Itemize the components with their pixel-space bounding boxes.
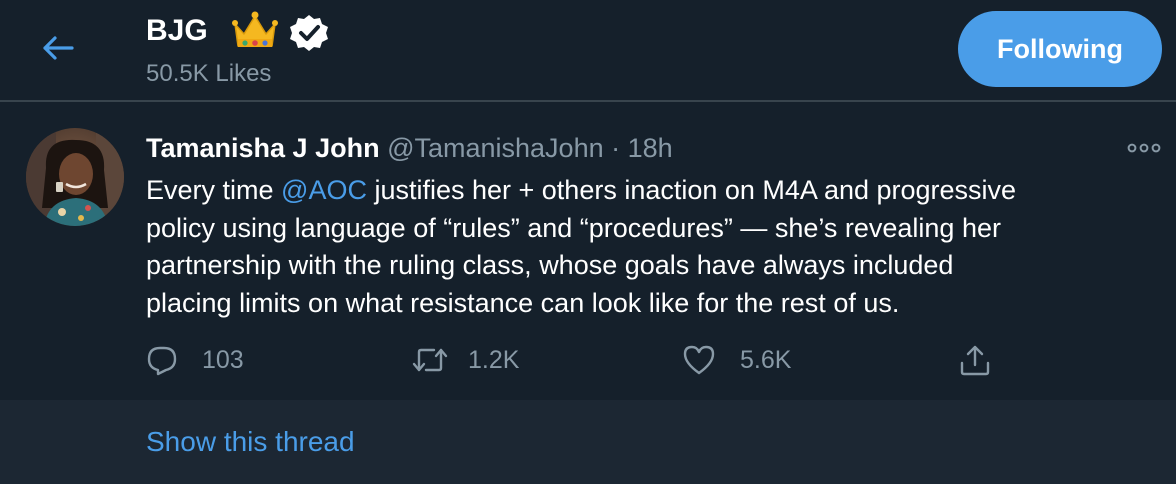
tweet-text-line: placing limits on what resistance can lo… xyxy=(146,287,900,318)
following-button[interactable]: Following xyxy=(958,11,1162,87)
tweet-text-line: partnership with the ruling class, whose… xyxy=(146,250,954,280)
profile-header: BJG 50.5K Likes Following xyxy=(0,0,1176,102)
avatar[interactable] xyxy=(26,128,124,226)
reply-button[interactable]: 103 xyxy=(146,342,244,378)
tweet-text-segment: justifies her + others inaction on M4A a… xyxy=(366,175,1017,205)
avatar-image xyxy=(26,128,124,226)
tweet-text-segment: Every time xyxy=(146,175,282,205)
show-thread-link[interactable]: Show this thread xyxy=(146,424,355,460)
mention-link[interactable]: @AOC xyxy=(281,175,367,205)
author-name[interactable]: Tamanisha J John xyxy=(146,133,380,163)
more-options-icon[interactable] xyxy=(1124,138,1164,158)
share-icon xyxy=(960,345,990,376)
like-count: 5.6K xyxy=(740,345,792,374)
tweet-text-line: policy using language of “rules” and “pr… xyxy=(146,212,1001,243)
thread-footer: Show this thread xyxy=(0,400,1176,484)
crown-icon xyxy=(232,11,278,47)
back-arrow-icon xyxy=(43,36,74,60)
reply-count: 103 xyxy=(202,345,244,374)
back-button[interactable] xyxy=(34,28,82,68)
reply-icon xyxy=(147,346,177,376)
tweet-header: Tamanisha J John @TamanishaJohn · 18h xyxy=(146,130,673,166)
tweet-text-line: Every time @AOC justifies her + others i… xyxy=(146,172,1156,210)
profile-name: BJG xyxy=(146,14,208,47)
profile-likes-count: 50.5K Likes xyxy=(146,60,272,87)
author-handle[interactable]: @TamanishaJohn xyxy=(387,133,604,163)
retweet-count: 1.2K xyxy=(468,345,520,374)
share-button[interactable] xyxy=(958,342,992,378)
tweet-time[interactable]: 18h xyxy=(628,133,673,163)
tweet-text: Every time @AOC justifies her + others i… xyxy=(146,172,1156,322)
like-button[interactable]: 5.6K xyxy=(682,342,791,378)
tweet[interactable]: Tamanisha J John @TamanishaJohn · 18h Ev… xyxy=(0,102,1176,400)
heart-icon xyxy=(683,345,715,375)
verified-badge-icon xyxy=(290,15,328,51)
tweet-separator: · xyxy=(611,133,621,163)
retweet-icon xyxy=(412,348,448,372)
retweet-button[interactable]: 1.2K xyxy=(412,342,519,378)
